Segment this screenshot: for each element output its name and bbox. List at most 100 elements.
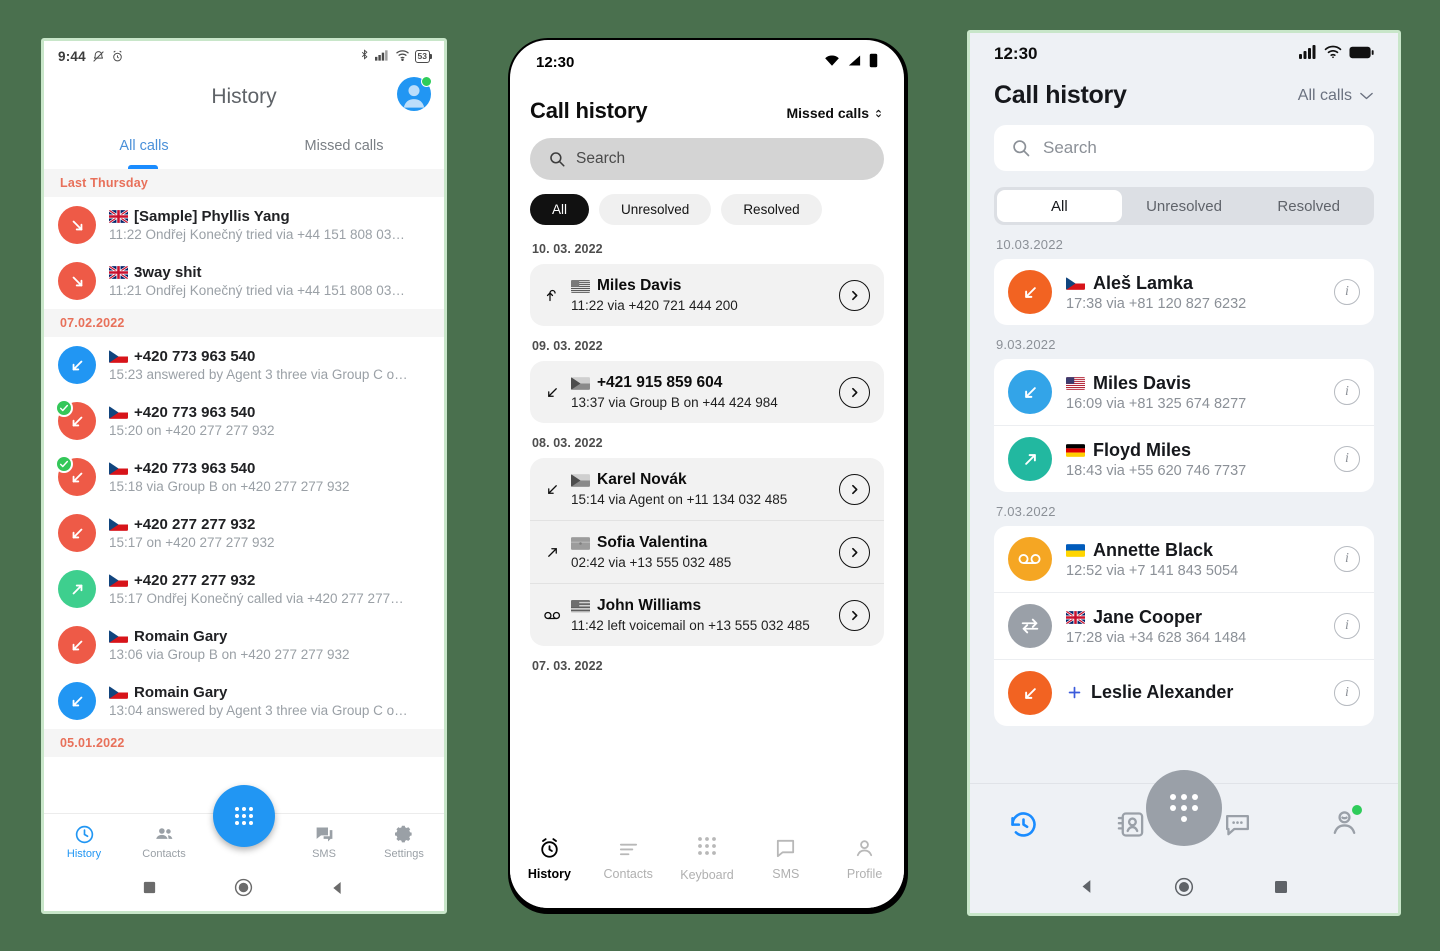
- nav-history[interactable]: History: [510, 824, 589, 894]
- date-header: 10. 03. 2022: [532, 242, 603, 256]
- nav-settings[interactable]: Settings: [364, 814, 444, 869]
- missed-call-icon: [58, 626, 96, 664]
- open-detail-button[interactable]: [839, 599, 870, 631]
- mute-icon: [92, 50, 105, 63]
- nav-sms[interactable]: SMS: [284, 814, 364, 869]
- search-input[interactable]: Search: [994, 125, 1374, 171]
- list-item[interactable]: Romain Gary 13:04 answered by Agent 3 th…: [44, 673, 444, 729]
- call-detail: 13:37 via Group B on +44 424 984: [571, 395, 778, 410]
- nav-keyboard[interactable]: Keyboard: [668, 824, 747, 894]
- circle-home-icon[interactable]: [234, 878, 253, 902]
- triangle-back-icon[interactable]: [330, 880, 346, 901]
- segment-all[interactable]: All: [997, 190, 1122, 222]
- segment-resolved[interactable]: Resolved: [1246, 190, 1371, 222]
- contact-name-row: Karel Novák: [571, 471, 829, 489]
- list-item[interactable]: Karel Novák 15:14 via Agent on +11 134 0…: [530, 458, 884, 520]
- list-item[interactable]: [Sample] Phyllis Yang 11:22 Ondřej Koneč…: [44, 197, 444, 253]
- phone3-segmented-control: All Unresolved Resolved: [994, 187, 1374, 225]
- list-item[interactable]: Romain Gary 13:06 via Group B on +420 27…: [44, 617, 444, 673]
- tab-missed-calls-label: Missed calls: [304, 138, 384, 154]
- phone2-call-list[interactable]: 10. 03. 2022 Miles Davis 11:22 via +420 …: [510, 229, 904, 824]
- open-detail-button[interactable]: [839, 376, 870, 408]
- list-item[interactable]: Miles Davis 16:09 via +81 325 674 8277 i: [994, 359, 1374, 425]
- flag-de-icon: [1066, 443, 1085, 457]
- flag-cz-icon: [109, 574, 128, 587]
- list-item[interactable]: +420 773 963 540 15:20 on +420 277 277 9…: [44, 393, 444, 449]
- nav-contacts[interactable]: Contacts: [124, 814, 204, 869]
- call-detail: 15:23 answered by Agent 3 three via Grou…: [109, 367, 408, 382]
- circle-home-icon[interactable]: [1174, 877, 1194, 902]
- flag-us-icon: [1066, 376, 1085, 390]
- nav-profile[interactable]: Profile: [825, 824, 904, 894]
- flag-gb-icon: [1066, 610, 1085, 624]
- phone3-status-bar: 12:30: [970, 33, 1398, 75]
- search-input[interactable]: Search: [530, 138, 884, 180]
- tab-missed-calls[interactable]: Missed calls: [244, 123, 444, 169]
- flag-gb-icon: [109, 210, 128, 223]
- nav-sms[interactable]: SMS: [746, 824, 825, 894]
- info-button[interactable]: i: [1334, 680, 1360, 706]
- list-item[interactable]: Miles Davis 11:22 via +420 721 444 200: [530, 264, 884, 326]
- date-header: 09. 03. 2022: [532, 339, 603, 353]
- chip-unresolved[interactable]: Unresolved: [599, 194, 712, 225]
- dialpad-fab-button[interactable]: [1146, 770, 1222, 846]
- chip-resolved[interactable]: Resolved: [721, 194, 822, 225]
- tab-all-calls[interactable]: All calls: [44, 123, 244, 169]
- contact-name-row: Floyd Miles: [1066, 440, 1320, 461]
- list-item[interactable]: Leslie Alexander i: [994, 659, 1374, 726]
- square-recents-icon[interactable]: [142, 880, 157, 900]
- square-recents-icon[interactable]: [1273, 879, 1289, 900]
- call-detail: 18:43 via +55 620 746 7737: [1066, 462, 1247, 479]
- info-button[interactable]: i: [1334, 446, 1360, 472]
- list-item[interactable]: Floyd Miles 18:43 via +55 620 746 7737 i: [994, 425, 1374, 492]
- dialpad-fab-button[interactable]: [213, 785, 275, 847]
- list-item[interactable]: Jane Cooper 17:28 via +34 628 364 1484 i: [994, 592, 1374, 659]
- nav-contacts-label: Contacts: [603, 867, 653, 881]
- avatar[interactable]: [397, 76, 432, 111]
- contact-name: [Sample] Phyllis Yang: [134, 208, 290, 225]
- phone3-call-list[interactable]: 10.03.2022 Aleš Lamka 17:38 via +81 120 …: [970, 225, 1398, 783]
- filter-selector[interactable]: All calls: [1298, 87, 1374, 105]
- date-header: 07.02.2022: [44, 309, 444, 337]
- segment-unresolved[interactable]: Unresolved: [1122, 190, 1247, 222]
- list-item[interactable]: +420 773 963 540 15:18 via Group B on +4…: [44, 449, 444, 505]
- voicemail-icon: [544, 609, 561, 622]
- list-item[interactable]: +421 915 859 604 13:37 via Group B on +4…: [530, 361, 884, 423]
- list-item[interactable]: Sofia Valentina 02:42 via +13 555 032 48…: [530, 520, 884, 583]
- info-button[interactable]: i: [1334, 279, 1360, 305]
- phone1-call-list[interactable]: Last Thursday [Sample] Phyllis Yang 11:2…: [44, 169, 444, 813]
- info-button[interactable]: i: [1334, 613, 1360, 639]
- chip-resolved-label: Resolved: [743, 202, 800, 217]
- voicemail-icon: [1008, 537, 1052, 581]
- list-item[interactable]: Aleš Lamka 17:38 via +81 120 827 6232 i: [994, 259, 1374, 325]
- list-item[interactable]: +420 277 277 932 15:17 Ondřej Konečný ca…: [44, 561, 444, 617]
- flag-ua-icon: [1066, 543, 1085, 557]
- info-button[interactable]: i: [1334, 379, 1360, 405]
- list-item[interactable]: Annette Black 12:52 via +7 141 843 5054 …: [994, 526, 1374, 592]
- list-item[interactable]: +420 773 963 540 15:23 answered by Agent…: [44, 337, 444, 393]
- info-button[interactable]: i: [1334, 546, 1360, 572]
- nav-history[interactable]: [970, 809, 1077, 840]
- filter-selector[interactable]: Missed calls: [787, 105, 885, 121]
- call-detail: 02:42 via +13 555 032 485: [571, 555, 732, 570]
- triangle-back-icon[interactable]: [1079, 878, 1096, 900]
- open-detail-button[interactable]: [839, 536, 870, 568]
- nav-history[interactable]: History: [44, 814, 124, 869]
- nav-profile[interactable]: [1291, 804, 1398, 843]
- chip-all[interactable]: All: [530, 194, 590, 225]
- nav-contacts[interactable]: Contacts: [589, 824, 668, 894]
- list-item[interactable]: John Williams 11:42 left voicemail on +1…: [530, 583, 884, 646]
- open-detail-button[interactable]: [839, 279, 870, 311]
- list-item[interactable]: +420 277 277 932 15:17 on +420 277 277 9…: [44, 505, 444, 561]
- flag-gray-icon: [571, 536, 590, 550]
- nav-history-label: History: [527, 867, 571, 881]
- missed-call-icon: [58, 262, 96, 300]
- page-title: History: [211, 85, 277, 108]
- call-detail: 15:17 on +420 277 277 932: [109, 535, 275, 550]
- phone3-bottom-nav: [970, 770, 1398, 865]
- list-item[interactable]: 3way shit 11:21 Ondřej Konečný tried via…: [44, 253, 444, 309]
- contact-name: Aleš Lamka: [1093, 272, 1194, 293]
- status-time: 12:30: [536, 53, 575, 71]
- outgoing-call-icon: [58, 570, 96, 608]
- open-detail-button[interactable]: [839, 473, 870, 505]
